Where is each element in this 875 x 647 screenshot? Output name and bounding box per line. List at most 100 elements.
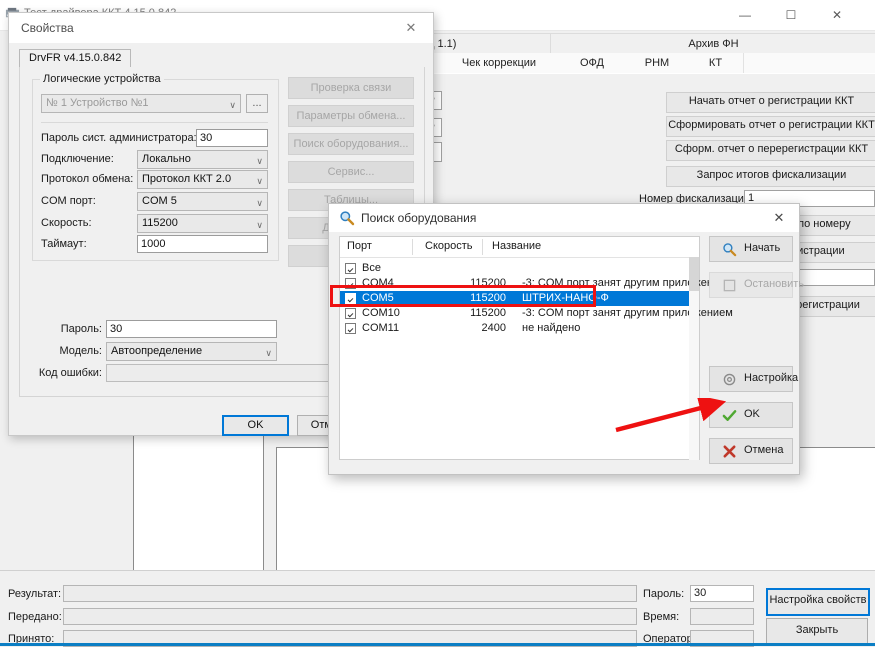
column-divider [482, 239, 483, 255]
button-start-search-label: Начать [744, 242, 780, 254]
button-exchange-parameters[interactable]: Параметры обмена... [288, 105, 414, 127]
combo-connection-value: Локально [142, 153, 191, 165]
label-time: Время: [643, 611, 679, 623]
combo-speed[interactable]: 115200 ∨ [137, 214, 268, 233]
column-header-port: Порт [347, 240, 372, 252]
cell-name: не найдено [522, 322, 580, 334]
properties-dialog-title: Свойства [21, 21, 74, 35]
label-speed: Скорость: [41, 217, 136, 229]
button-start-registration-report[interactable]: Начать отчет о регистрации ККТ [666, 92, 875, 113]
cell-port: COM10 [362, 307, 400, 319]
tab-ofd-right[interactable]: ОФД [558, 53, 627, 73]
group-logical-devices: Логические устройства № 1 Устройство №1 … [32, 79, 279, 261]
row-checkbox[interactable] [345, 308, 356, 319]
properties-ok-button[interactable]: OK [222, 415, 289, 436]
input-admin-password[interactable]: 30 [196, 129, 268, 147]
tab-rnm[interactable]: РНМ [626, 53, 689, 73]
chevron-down-icon: ∨ [256, 195, 263, 212]
input-password[interactable]: 30 [106, 320, 277, 338]
magnifier-icon [339, 210, 355, 226]
cell-port: Все [362, 262, 381, 274]
button-start-search[interactable]: Начать [709, 236, 793, 262]
button-check-connection[interactable]: Проверка связи [288, 77, 414, 99]
combo-logical-device[interactable]: № 1 Устройство №1 ∨ [41, 94, 241, 113]
button-create-reregistration-report[interactable]: Сформ. отчет о перерегистрации ККТ [666, 140, 875, 161]
label-error-code: Код ошибки: [24, 367, 102, 379]
button-search-equipment[interactable]: Поиск оборудования... [288, 133, 414, 155]
button-settings-label: Настройка [744, 372, 798, 384]
label-protocol: Протокол обмена: [41, 173, 136, 185]
column-header-name: Название [492, 240, 541, 252]
stop-icon [722, 278, 737, 293]
column-divider [412, 239, 413, 255]
combo-logical-device-value: № 1 Устройство №1 [46, 97, 149, 109]
chevron-down-icon: ∨ [229, 97, 236, 114]
chevron-down-icon: ∨ [256, 217, 263, 234]
row-checkbox[interactable] [345, 323, 356, 334]
label-connection: Подключение: [41, 153, 136, 165]
button-stop-search[interactable]: Остановить [709, 272, 793, 298]
input-timeout[interactable]: 1000 [137, 235, 268, 253]
label-com-port: COM порт: [41, 195, 136, 207]
button-cancel-label: Отмена [744, 444, 783, 456]
cell-name: -3: COM порт занят другим приложением [522, 307, 733, 319]
minimize-button[interactable]: — [722, 0, 768, 30]
combo-com-port-value: COM 5 [142, 195, 177, 207]
label-admin-password: Пароль сист. администратора: [41, 132, 194, 144]
label-result: Результат: [8, 588, 61, 600]
cell-port: COM11 [362, 322, 399, 334]
search-dialog-titlebar: Поиск оборудования ✕ [329, 204, 799, 232]
row-checkbox[interactable] [345, 263, 356, 274]
table-row[interactable]: Все [340, 261, 699, 276]
column-header-speed: Скорость [425, 240, 473, 252]
button-stop-search-label: Остановить [744, 278, 804, 290]
field-time [690, 608, 754, 625]
chevron-down-icon: ∨ [256, 173, 263, 190]
combo-protocol[interactable]: Протокол ККТ 2.0 ∨ [137, 170, 268, 189]
button-request-fiscalization-totals[interactable]: Запрос итогов фискализации [666, 166, 875, 187]
magnifier-icon [722, 242, 737, 257]
group-logical-devices-legend: Логические устройства [40, 73, 164, 85]
table-row[interactable]: COM10 115200 -3: COM порт занят другим п… [340, 306, 699, 321]
button-browse-device[interactable]: ... [246, 94, 268, 113]
field-result [63, 585, 637, 602]
field-password[interactable]: 30 [690, 585, 754, 602]
table-row[interactable]: COM11 2400 не найдено [340, 321, 699, 336]
search-equipment-dialog: Поиск оборудования ✕ Порт Скорость Назва… [328, 203, 800, 475]
button-service[interactable]: Сервис... [288, 161, 414, 183]
cross-icon [722, 444, 737, 459]
combo-protocol-value: Протокол ККТ 2.0 [142, 173, 231, 185]
button-create-registration-report[interactable]: Сформировать отчет о регистрации ККТ [666, 116, 875, 137]
button-close[interactable]: Закрыть [766, 618, 868, 644]
status-bar: Результат: Передано: Принято: Пароль: Вр… [0, 570, 875, 647]
combo-com-port[interactable]: COM 5 ∨ [137, 192, 268, 211]
combo-model[interactable]: Автоопределение ∨ [106, 342, 277, 361]
equipment-list-header: Порт Скорость Название [340, 237, 699, 258]
tab-chek-korrekcii[interactable]: Чек коррекции [440, 53, 559, 73]
properties-tab-strip: DrvFR v4.15.0.842 [19, 49, 425, 68]
button-cancel[interactable]: Отмена [709, 438, 793, 464]
gear-icon [722, 372, 737, 387]
chevron-down-icon: ∨ [265, 345, 272, 362]
combo-speed-value: 115200 [142, 217, 178, 229]
button-settings[interactable]: Настройка [709, 366, 793, 392]
annotation-arrow [610, 398, 730, 434]
cell-speed: 2400 [444, 322, 506, 334]
properties-close-icon[interactable]: ✕ [389, 13, 433, 43]
search-dialog-title: Поиск оборудования [361, 211, 476, 225]
group-tab-archive[interactable]: Архив ФН [550, 33, 875, 54]
combo-connection[interactable]: Локально ∨ [137, 150, 268, 169]
divider [41, 122, 268, 123]
scrollbar-thumb[interactable] [689, 257, 699, 291]
label-timeout: Таймаут: [41, 238, 136, 250]
annotation-highlight-box [330, 285, 596, 307]
tab-kt[interactable]: КТ [688, 53, 744, 73]
close-button[interactable]: ✕ [814, 0, 860, 30]
label-password: Пароль: [32, 323, 102, 335]
search-close-icon[interactable]: ✕ [759, 204, 799, 232]
button-properties-settings[interactable]: Настройка свойств [766, 588, 870, 616]
tab-drvfr[interactable]: DrvFR v4.15.0.842 [19, 49, 131, 69]
button-ok-label: OK [744, 408, 760, 420]
maximize-button[interactable]: ☐ [768, 0, 814, 30]
field-sent [63, 608, 637, 625]
